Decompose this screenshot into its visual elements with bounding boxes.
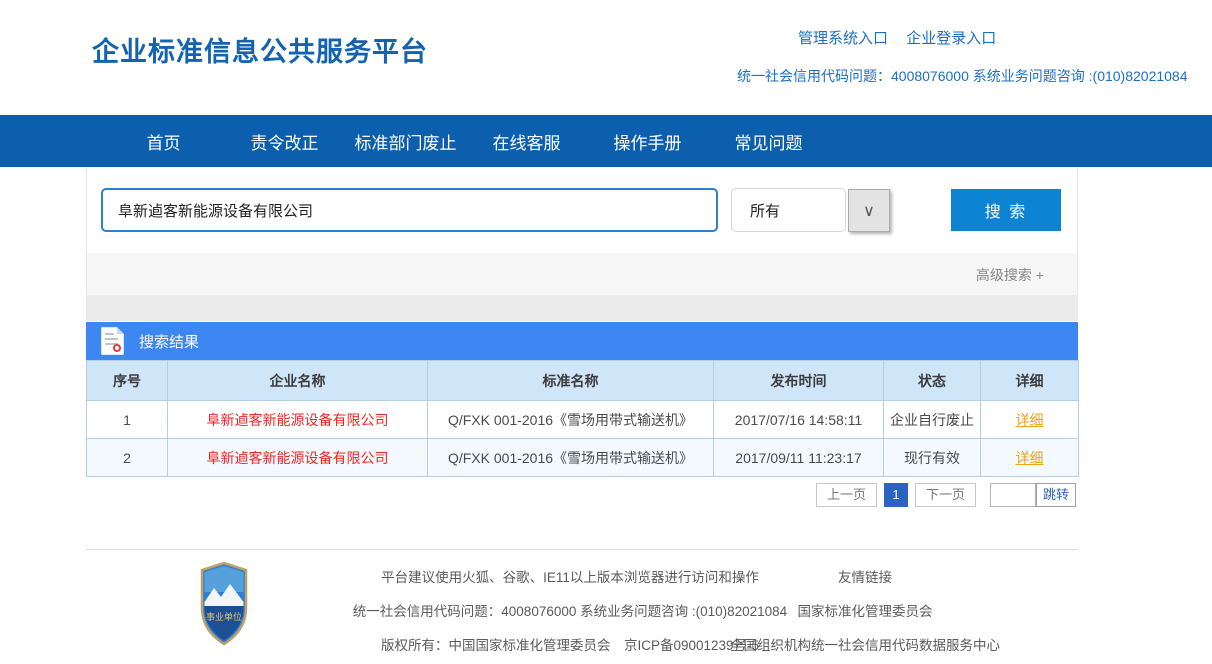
filter-dropdown-button[interactable]: ∨ (848, 189, 890, 232)
friend-link-sac[interactable]: 国家标准化管理委员会 (700, 600, 1030, 620)
badge-label: 事业单位 (206, 611, 242, 622)
nav-item-faq[interactable]: 常见问题 (708, 129, 829, 154)
table-header-row: 序号 企业名称 标准名称 发布时间 状态 详细 (87, 361, 1079, 401)
publish-time: 2017/09/11 11:23:17 (714, 439, 884, 477)
detail-link[interactable]: 详细 (1016, 412, 1044, 428)
friend-links-title: 友情链接 (700, 566, 1030, 586)
column-header-standard: 标准名称 (428, 361, 714, 401)
filter-dropdown[interactable]: 所有 (731, 188, 846, 232)
filter-selected-value: 所有 (750, 200, 780, 221)
nav-item-manual[interactable]: 操作手册 (587, 129, 708, 154)
header-hotline-text: 统一社会信用代码问题：4008076000 系统业务问题咨询 :(010)820… (737, 66, 1188, 86)
nav-item-online-service[interactable]: 在线客服 (466, 129, 587, 154)
site-title: 企业标准信息公共服务平台 (92, 30, 428, 69)
friend-links: 友情链接 国家标准化管理委员会 全国组织机构统一社会信用代码数据服务中心 (700, 566, 1030, 664)
publish-time: 2017/07/16 14:58:11 (714, 401, 884, 439)
chevron-down-icon: ∨ (863, 201, 875, 221)
company-name-link[interactable]: 阜新逌客新能源设备有限公司 (207, 450, 389, 466)
header-links: 管理系统入口 企业登录入口 (798, 27, 1010, 48)
search-button[interactable]: 搜 索 (951, 189, 1061, 231)
standard-name: Q/FXK 001-2016《雪场用带式输送机》 (428, 401, 714, 439)
page: 企业标准信息公共服务平台 管理系统入口 企业登录入口 统一社会信用代码问题：40… (0, 0, 1212, 664)
enterprise-login-link[interactable]: 企业登录入口 (906, 30, 996, 47)
search-input[interactable] (101, 188, 718, 232)
nav-item-order-correction[interactable]: 责令改正 (224, 129, 345, 154)
status-text: 现行有效 (884, 439, 981, 477)
main-nav: 首页 责令改正 标准部门废止 在线客服 操作手册 常见问题 (0, 115, 1212, 167)
column-header-status: 状态 (884, 361, 981, 401)
current-page-button[interactable]: 1 (884, 483, 908, 507)
next-page-button[interactable]: 下一页 (915, 483, 976, 507)
company-name-link[interactable]: 阜新逌客新能源设备有限公司 (207, 412, 389, 428)
nav-item-dept-abolish[interactable]: 标准部门废止 (345, 129, 466, 154)
public-institution-badge-icon: 事业单位 (199, 562, 249, 645)
standard-name: Q/FXK 001-2016《雪场用带式输送机》 (428, 439, 714, 477)
admin-entry-link[interactable]: 管理系统入口 (798, 30, 888, 47)
table-row: 2 阜新逌客新能源设备有限公司 Q/FXK 001-2016《雪场用带式输送机》… (87, 439, 1079, 477)
nav-item-home[interactable]: 首页 (103, 129, 224, 154)
advanced-search-toggle[interactable]: 高级搜索 + (976, 265, 1044, 285)
results-header-bar: 搜索结果 (86, 322, 1078, 360)
detail-link[interactable]: 详细 (1016, 450, 1044, 466)
section-spacer (86, 295, 1078, 321)
page-jump-input[interactable] (990, 483, 1036, 507)
column-header-detail: 详细 (981, 361, 1079, 401)
table-row: 1 阜新逌客新能源设备有限公司 Q/FXK 001-2016《雪场用带式输送机》… (87, 401, 1079, 439)
friend-link-code-center[interactable]: 全国组织机构统一社会信用代码数据服务中心 (700, 634, 1030, 654)
advanced-search-strip: 高级搜索 + (86, 253, 1078, 295)
row-index: 1 (87, 401, 168, 439)
column-header-index: 序号 (87, 361, 168, 401)
column-header-company: 企业名称 (168, 361, 428, 401)
page-jump-button[interactable]: 跳转 (1036, 483, 1076, 507)
footer-divider (86, 549, 1078, 550)
search-panel: 所有 ∨ 搜 索 (86, 167, 1078, 253)
pagination: 上一页 1 下一页 跳转 (86, 483, 1078, 507)
row-index: 2 (87, 439, 168, 477)
results-table: 序号 企业名称 标准名称 发布时间 状态 详细 1 阜新逌客新能源设备有限公司 … (86, 360, 1079, 477)
column-header-publish-time: 发布时间 (714, 361, 884, 401)
prev-page-button[interactable]: 上一页 (816, 483, 877, 507)
document-icon (101, 327, 124, 355)
results-section-title: 搜索结果 (139, 331, 199, 352)
status-text: 企业自行废止 (884, 401, 981, 439)
